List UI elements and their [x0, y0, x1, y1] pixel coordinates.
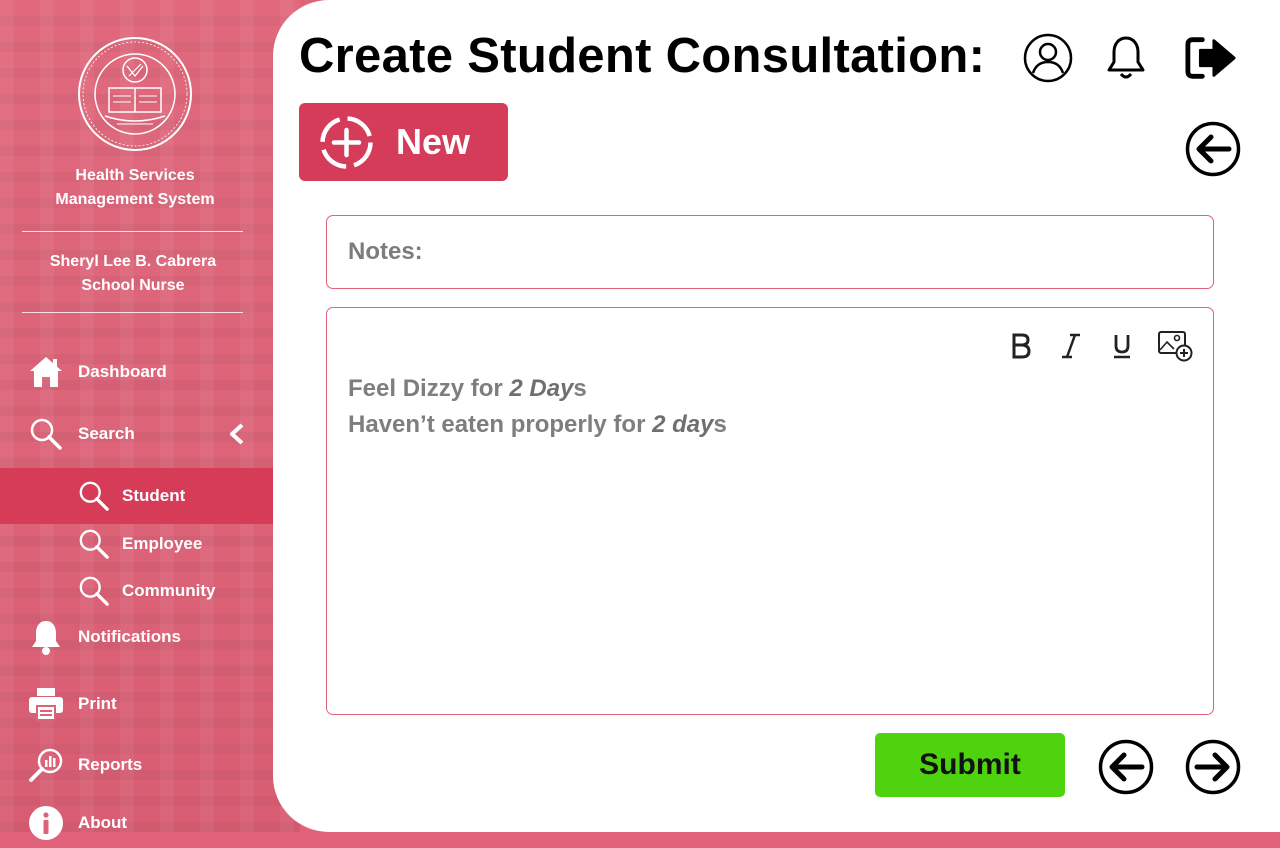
- printer-icon: [28, 686, 64, 722]
- reports-icon: [28, 747, 64, 783]
- sidebar-item-label: Reports: [78, 755, 143, 774]
- sidebar-subitem-student[interactable]: Student: [0, 468, 273, 524]
- bell-icon[interactable]: [1100, 32, 1152, 84]
- user-role: School Nurse: [81, 277, 185, 294]
- notes-field[interactable]: Notes:: [326, 215, 1214, 289]
- new-button-label: New: [396, 121, 471, 162]
- sidebar-divider: [22, 312, 243, 313]
- user-name: Sheryl Lee B. Cabrera: [49, 253, 217, 270]
- submit-button-label: Submit: [919, 748, 1021, 781]
- sidebar-subitem-label: Student: [122, 486, 186, 505]
- chevron-left-icon[interactable]: [228, 423, 246, 445]
- sidebar-item-label: Search: [78, 424, 135, 443]
- bell-icon: [28, 619, 64, 655]
- page-title: Create Student Consultation:: [299, 29, 986, 83]
- main-panel: Create Student Consultation: New Notes:: [273, 0, 1280, 832]
- new-button[interactable]: New: [299, 103, 508, 181]
- sidebar-item-label: Notifications: [78, 627, 181, 646]
- user-info: Sheryl Lee B. Cabrera School Nurse: [20, 250, 246, 298]
- user-profile-icon[interactable]: [1022, 32, 1074, 84]
- insert-image-icon[interactable]: [1157, 328, 1193, 364]
- editor-emphasis: 2 Day: [509, 375, 574, 402]
- previous-arrow-icon[interactable]: [1098, 739, 1154, 795]
- info-icon: [28, 805, 64, 841]
- search-icon: [28, 416, 64, 452]
- sidebar-item-about[interactable]: About: [0, 798, 273, 848]
- home-icon: [28, 354, 64, 390]
- sidebar: Health Services Management System Sheryl…: [0, 0, 300, 840]
- sidebar-subitem-label: Employee: [122, 534, 203, 553]
- search-icon: [77, 527, 111, 561]
- system-name: Health Services Management System: [20, 164, 250, 212]
- next-arrow-icon[interactable]: [1185, 739, 1241, 795]
- sidebar-item-label: Dashboard: [78, 362, 167, 381]
- sidebar-item-search[interactable]: Search: [0, 409, 273, 459]
- editor-line: Feel Dizzy for 2 Days: [348, 375, 587, 403]
- sidebar-item-reports[interactable]: Reports: [0, 740, 273, 790]
- bold-button[interactable]: [1003, 328, 1039, 364]
- sidebar-item-label: Print: [78, 694, 117, 713]
- editor-text: s: [573, 375, 587, 402]
- search-icon: [77, 574, 111, 608]
- notes-label: Notes:: [348, 238, 423, 265]
- sidebar-divider: [22, 231, 243, 232]
- sidebar-item-label: About: [78, 813, 128, 832]
- sidebar-item-print[interactable]: Print: [0, 679, 273, 729]
- submit-button[interactable]: Submit: [875, 733, 1065, 797]
- sidebar-item-notifications[interactable]: Notifications: [0, 612, 273, 662]
- editor-text: s: [713, 411, 727, 438]
- underline-button[interactable]: [1104, 328, 1140, 364]
- sidebar-subitem-employee[interactable]: Employee: [0, 519, 273, 569]
- italic-button[interactable]: [1053, 328, 1089, 364]
- logout-icon[interactable]: [1185, 32, 1237, 84]
- search-icon: [77, 479, 111, 513]
- editor-emphasis: 2 day: [652, 411, 714, 438]
- sidebar-subitem-community[interactable]: Community: [0, 566, 273, 616]
- sidebar-item-dashboard[interactable]: Dashboard: [0, 347, 273, 397]
- university-seal-logo: [78, 37, 192, 151]
- add-circle-icon: [320, 116, 373, 169]
- back-arrow-icon[interactable]: [1185, 121, 1241, 177]
- editor-text: Feel Dizzy for: [348, 375, 510, 402]
- sidebar-subitem-label: Community: [122, 581, 216, 600]
- consultation-editor[interactable]: Feel Dizzy for 2 Days Haven’t eaten prop…: [326, 307, 1214, 715]
- editor-line: Haven’t eaten properly for 2 days: [348, 411, 727, 439]
- editor-text: Haven’t eaten properly for: [348, 411, 653, 438]
- system-name-line1: Health Services: [75, 167, 195, 184]
- system-name-line2: Management System: [55, 191, 215, 208]
